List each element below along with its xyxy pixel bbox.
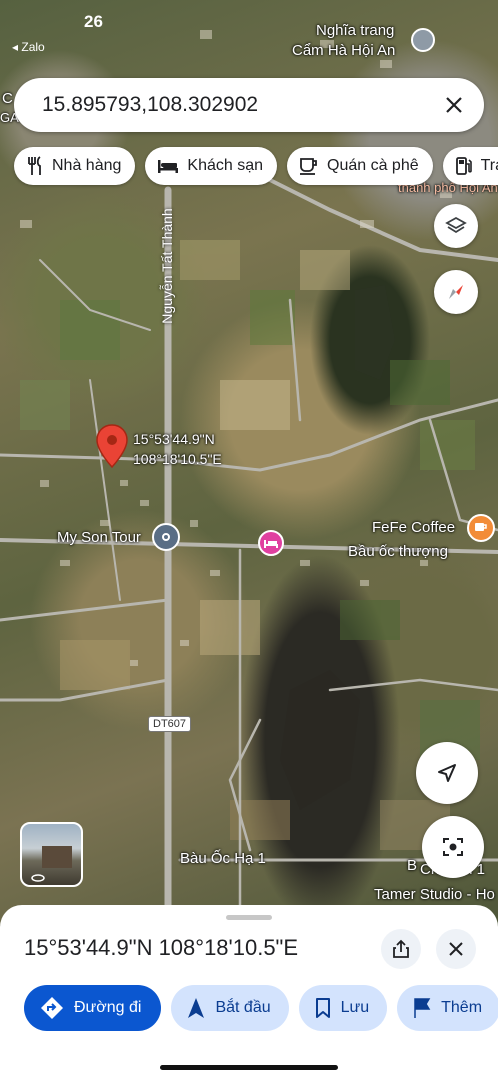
gas-station-icon <box>455 157 472 175</box>
place-bottom-sheet[interactable]: 15°53'44.9"N 108°18'10.5"E Đường đi Bắt … <box>0 905 498 1080</box>
place-label-tamer-studio[interactable]: Tamer Studio - Ho <box>374 886 495 903</box>
my-location-button[interactable] <box>416 742 478 804</box>
action-buttons-row: Đường đi Bắt đầu Lưu Thêm <box>24 985 498 1031</box>
chip-label: Trạ <box>480 157 498 174</box>
place-label-cemetery[interactable]: Nghĩa trang <box>316 22 394 39</box>
more-button[interactable]: Thêm <box>397 985 498 1031</box>
chip-label: Khách sạn <box>187 157 263 174</box>
place-title: 15°53'44.9"N 108°18'10.5"E <box>24 935 299 960</box>
road-label-nguyen-tat-thanh: Nguyễn Tất Thành <box>159 208 175 324</box>
clear-search-button[interactable] <box>438 89 470 121</box>
compass-button[interactable] <box>434 270 478 314</box>
restaurant-icon <box>28 156 41 175</box>
pin-coordinate-lat: 15°53'44.9"N <box>133 431 215 447</box>
start-button[interactable]: Bắt đầu <box>171 985 289 1031</box>
location-pin-icon[interactable] <box>96 424 128 468</box>
chip-restaurants[interactable]: Nhà hàng <box>14 147 136 185</box>
hotel-icon <box>158 160 179 173</box>
chip-coffee[interactable]: Quán cà phê <box>287 147 433 185</box>
street-view-thumbnail[interactable] <box>20 822 83 887</box>
search-input[interactable]: 15.895793,108.302902 <box>42 93 438 117</box>
navigation-icon <box>438 764 456 782</box>
place-label-my-son-tour[interactable]: My Son Tour <box>57 529 141 546</box>
compass-icon <box>449 285 463 299</box>
save-label: Lưu <box>340 999 370 1016</box>
share-button[interactable] <box>381 929 421 969</box>
chip-gas-stations[interactable]: Trạ <box>442 147 498 185</box>
flag-icon <box>414 998 431 1018</box>
share-icon <box>393 939 409 958</box>
place-label-bau-oc-thuong: Bầu ốc thượng <box>348 543 448 560</box>
satellite-map[interactable]: 26 ◂ Zalo Nghĩa trang Cẩm Hà Hội An C GA… <box>0 0 498 925</box>
status-time: 26 <box>84 12 103 31</box>
tour-place-icon[interactable] <box>152 523 180 551</box>
home-indicator <box>160 1065 338 1070</box>
directions-icon <box>41 997 63 1019</box>
street-view-rotate-icon <box>31 874 45 882</box>
chip-label: Nhà hàng <box>52 157 122 174</box>
camera-lens-icon <box>443 838 463 856</box>
layers-button[interactable] <box>434 204 478 248</box>
close-icon <box>449 942 463 956</box>
place-label-cemetery-line2[interactable]: Cẩm Hà Hội An <box>292 42 395 59</box>
directions-button[interactable]: Đường đi <box>24 985 162 1031</box>
close-icon <box>446 97 462 113</box>
lens-button[interactable] <box>422 816 484 878</box>
place-label-fefe-coffee[interactable]: FeFe Coffee <box>372 519 455 536</box>
place-label-left: C <box>2 90 13 107</box>
road-badge-text: DT607 <box>153 718 187 730</box>
search-bar[interactable]: 15.895793,108.302902 <box>14 78 484 132</box>
chip-hotels[interactable]: Khách sạn <box>145 147 277 185</box>
coffee-icon <box>300 158 317 175</box>
chip-label: Quán cà phê <box>327 157 419 174</box>
pin-coordinate-lng: 108°18'10.5"E <box>133 451 222 467</box>
coffee-marker-icon[interactable] <box>467 514 495 542</box>
navigation-arrow-icon <box>188 998 205 1018</box>
back-to-app-link[interactable]: ◂ Zalo <box>12 40 45 54</box>
save-button[interactable]: Lưu <box>298 985 388 1031</box>
category-chips: Nhà hàng Khách sạn Quán cà phê Trạ <box>14 147 498 185</box>
layers-icon <box>445 216 467 234</box>
directions-label: Đường đi <box>74 999 142 1016</box>
bookmark-icon <box>315 998 330 1018</box>
start-label: Bắt đầu <box>215 999 271 1016</box>
road-badge-dt607: DT607 <box>148 716 192 732</box>
close-sheet-button[interactable] <box>436 929 476 969</box>
place-label-b: B <box>407 857 418 874</box>
more-label: Thêm <box>441 999 483 1016</box>
sheet-drag-handle[interactable] <box>226 915 272 920</box>
cemetery-icon[interactable] <box>411 28 435 52</box>
hotel-marker-icon[interactable] <box>258 530 284 556</box>
place-label-bau-oc-ha: Bàu Ốc Hạ 1 <box>180 850 266 867</box>
